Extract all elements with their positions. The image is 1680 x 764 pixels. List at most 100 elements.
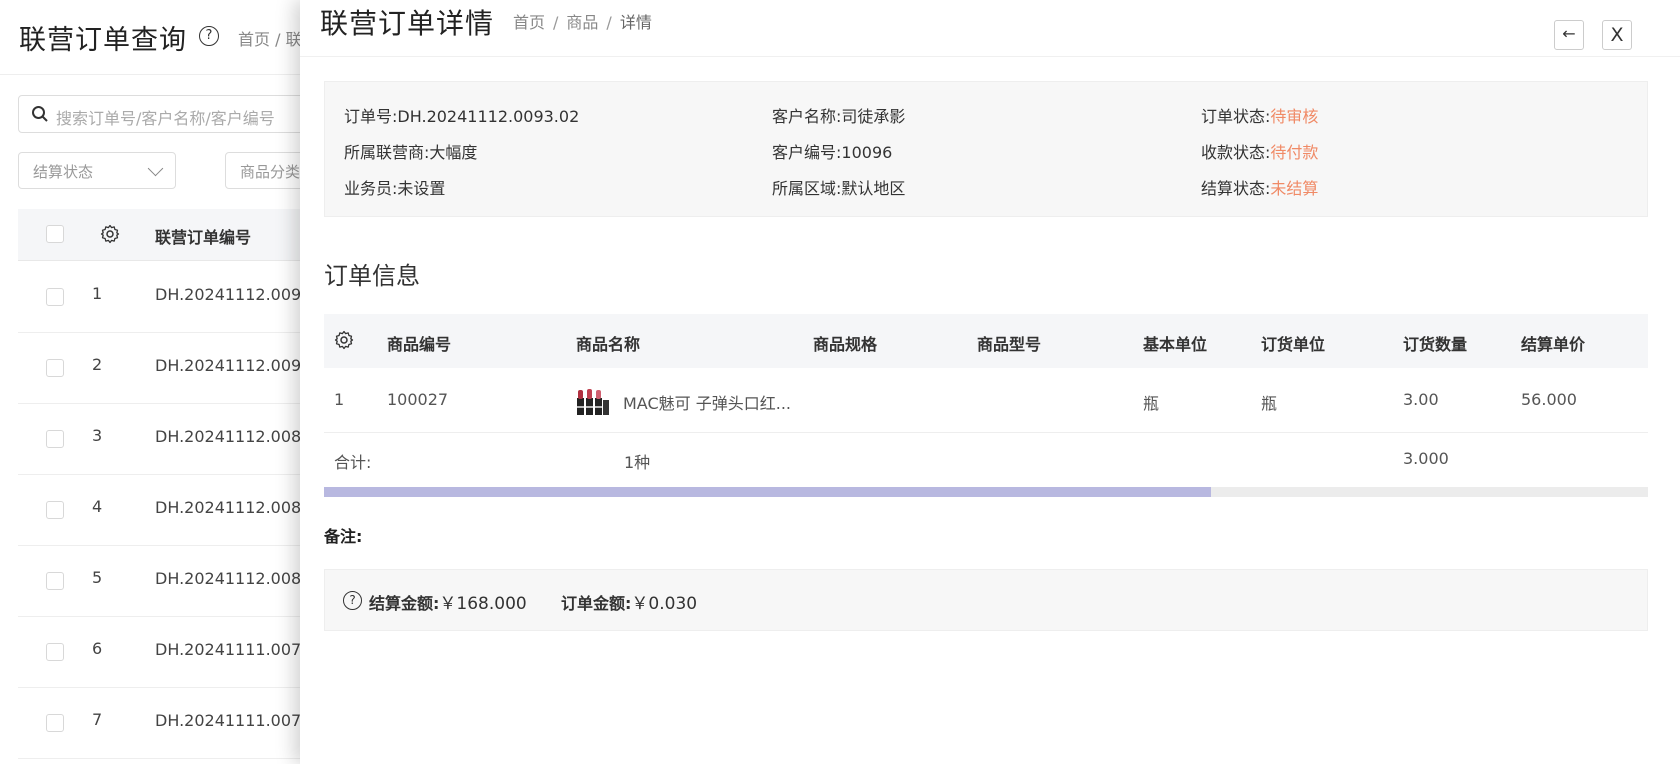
settings-icon[interactable] — [100, 224, 120, 248]
table-total-row: 合计: 1种 3.000 — [324, 433, 1648, 487]
row-number: 4 — [92, 497, 103, 516]
table-row[interactable]: 3 DH.20241112.008 — [18, 404, 318, 475]
order-quantity: 3.00 — [1403, 390, 1439, 409]
total-label: 合计: — [334, 453, 372, 472]
salesperson-label: 业务员: — [344, 179, 398, 198]
horizontal-scrollbar[interactable] — [324, 487, 1648, 497]
salesperson-value: 未设置 — [397, 179, 446, 198]
breadcrumb-detail: 详情 — [619, 13, 652, 32]
row-number: 1 — [92, 284, 103, 303]
customer-number-field: 客户编号:10096 — [772, 139, 892, 163]
breadcrumb[interactable]: 首页 / 联 — [238, 26, 302, 50]
remark-label: 备注: — [324, 527, 363, 546]
column-header-model[interactable]: 商品型号 — [977, 331, 1041, 355]
total-kinds: 1种 — [624, 453, 651, 472]
settle-status-field: 结算状态:未结算 — [1201, 175, 1318, 199]
back-button[interactable]: ← — [1554, 20, 1584, 50]
search-icon — [31, 105, 49, 127]
order-code[interactable]: DH.20241112.009 — [155, 285, 301, 304]
close-button[interactable]: X — [1602, 20, 1632, 50]
region-label: 所属区域: — [772, 179, 842, 198]
row-index: 1 — [334, 390, 345, 409]
table-header: 联营订单编号 — [18, 209, 318, 261]
table-row[interactable]: 2 DH.20241112.009 — [18, 333, 318, 404]
search-input[interactable]: 搜索订单号/客户名称/客户编号 — [18, 95, 318, 133]
settle-status-value: 未结算 — [1270, 179, 1319, 198]
breadcrumb-separator: / — [553, 13, 559, 32]
select-placeholder: 商品分类 — [240, 163, 301, 181]
help-icon[interactable]: ? — [199, 26, 219, 46]
breadcrumb-separator: / — [606, 13, 612, 32]
row-number: 2 — [92, 355, 103, 374]
row-checkbox[interactable] — [46, 359, 64, 377]
row-number: 7 — [92, 710, 103, 729]
row-checkbox[interactable] — [46, 430, 64, 448]
column-header-product-name[interactable]: 商品名称 — [576, 331, 640, 355]
order-code[interactable]: DH.20241112.008 — [155, 498, 301, 517]
order-info-panel: 订单号:DH.20241112.0093.02 客户名称:司徒承影 订单状态:待… — [324, 81, 1648, 217]
drawer-breadcrumb: 首页 / 商品 / 详情 — [513, 9, 652, 33]
order-number-value: DH.20241112.0093.02 — [397, 107, 580, 126]
scrollbar-thumb[interactable] — [324, 487, 1212, 497]
amount-summary: ? 结算金额:￥168.000 订单金额:￥0.030 — [324, 569, 1648, 631]
column-header-quantity[interactable]: 订货数量 — [1403, 331, 1467, 355]
row-checkbox[interactable] — [46, 714, 64, 732]
table-row[interactable]: 1 100027 MAC魅可 子弹头口红... 瓶 瓶 3.00 56.000 — [324, 368, 1648, 433]
row-number: 3 — [92, 426, 103, 445]
table-row[interactable]: 6 DH.20241111.007 — [18, 617, 318, 688]
base-unit: 瓶 — [1143, 394, 1160, 413]
order-code[interactable]: DH.20241112.008 — [155, 569, 301, 588]
agent-label: 所属联营商: — [344, 143, 430, 162]
table-row[interactable]: 7 DH.20241111.007 — [18, 688, 318, 759]
settle-amount-label: 结算金额: — [369, 594, 440, 613]
column-header-spec[interactable]: 商品规格 — [813, 331, 877, 355]
order-code[interactable]: DH.20241111.007 — [155, 640, 301, 659]
row-checkbox[interactable] — [46, 501, 64, 519]
region-value: 默认地区 — [841, 179, 906, 198]
order-amount: 订单金额:￥0.030 — [561, 589, 697, 614]
breadcrumb-home[interactable]: 首页 — [513, 13, 545, 32]
order-status-value: 待审核 — [1270, 107, 1319, 126]
column-header-price[interactable]: 结算单价 — [1521, 331, 1585, 355]
column-header-order-unit[interactable]: 订货单位 — [1261, 331, 1325, 355]
settle-status-select[interactable]: 结算状态 — [18, 152, 176, 189]
help-icon[interactable]: ? — [343, 591, 362, 610]
table-row[interactable]: 1 DH.20241112.009 — [18, 262, 318, 333]
payment-status-field: 收款状态:待付款 — [1201, 139, 1318, 163]
order-code[interactable]: DH.20241111.007 — [155, 711, 301, 730]
row-checkbox[interactable] — [46, 572, 64, 590]
row-number: 5 — [92, 568, 103, 587]
customer-number-value: 10096 — [841, 143, 893, 162]
order-code[interactable]: DH.20241112.008 — [155, 427, 301, 446]
settle-price: 56.000 — [1521, 390, 1577, 409]
settings-icon[interactable] — [334, 330, 354, 354]
salesperson-field: 业务员:未设置 — [344, 175, 445, 199]
product-name[interactable]: MAC魅可 子弹头口红... — [623, 390, 791, 414]
select-all-checkbox[interactable] — [46, 225, 64, 243]
drawer-title: 联营订单详情 — [320, 7, 495, 40]
order-number-label: 订单号: — [344, 107, 398, 126]
table-row[interactable]: 4 DH.20241112.008 — [18, 475, 318, 546]
order-code[interactable]: DH.20241112.009 — [155, 356, 301, 375]
product-thumbnail[interactable] — [576, 384, 610, 420]
settle-amount: 结算金额:￥168.000 — [369, 589, 527, 614]
table-row[interactable]: 5 DH.20241112.008 — [18, 546, 318, 617]
order-detail-drawer: 联营订单详情 首页 / 商品 / 详情 ← X 订单号:DH.20241112.0093… — [300, 0, 1680, 764]
settle-status-label: 结算状态: — [1201, 179, 1271, 198]
agent-value: 大幅度 — [429, 143, 478, 162]
customer-name-value: 司徒承影 — [841, 107, 906, 126]
column-header-product-code[interactable]: 商品编号 — [387, 331, 451, 355]
drawer-header: 联营订单详情 首页 / 商品 / 详情 ← X — [300, 0, 1680, 57]
total-quantity: 3.000 — [1403, 449, 1449, 468]
customer-number-label: 客户编号: — [772, 143, 842, 162]
customer-name-field: 客户名称:司徒承影 — [772, 103, 905, 127]
customer-name-label: 客户名称: — [772, 107, 842, 126]
order-amount-label: 订单金额: — [561, 594, 632, 613]
column-header-base-unit[interactable]: 基本单位 — [1143, 331, 1207, 355]
order-unit: 瓶 — [1261, 394, 1278, 413]
section-title: 订单信息 — [324, 262, 420, 290]
breadcrumb-product[interactable]: 商品 — [566, 13, 598, 32]
row-checkbox[interactable] — [46, 288, 64, 306]
column-header-code[interactable]: 联营订单编号 — [155, 224, 251, 248]
row-checkbox[interactable] — [46, 643, 64, 661]
